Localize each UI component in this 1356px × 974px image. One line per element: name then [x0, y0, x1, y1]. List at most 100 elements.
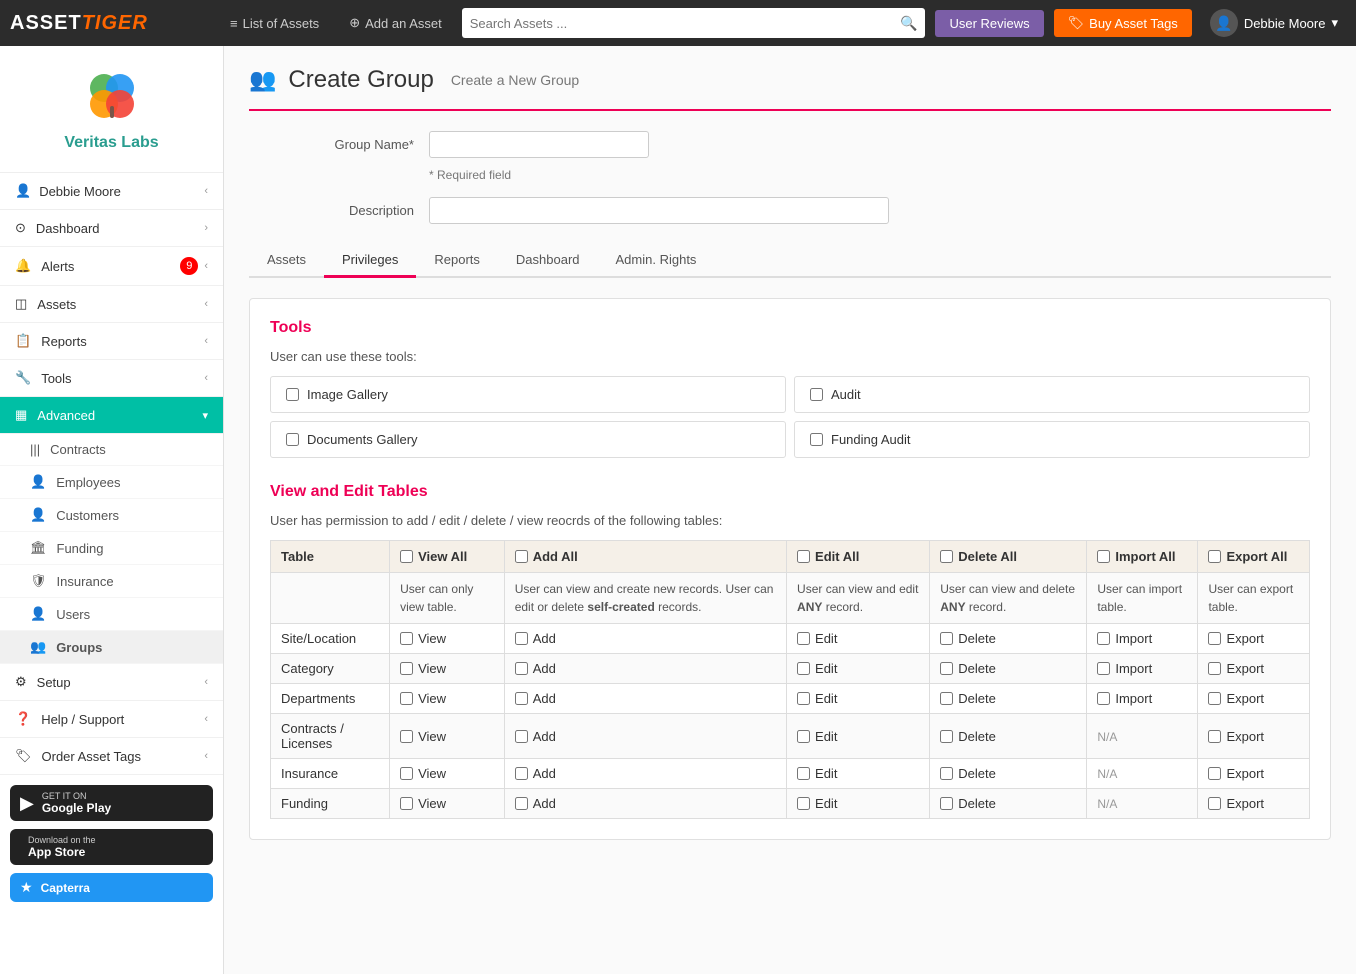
sidebar-item-users[interactable]: 👤 Users [0, 598, 223, 631]
row-delete[interactable]: Delete [930, 789, 1087, 819]
view-checkbox[interactable] [400, 632, 413, 645]
add-all-checkbox[interactable] [515, 550, 528, 563]
view-checkbox[interactable] [400, 730, 413, 743]
delete-checkbox[interactable] [940, 632, 953, 645]
import-checkbox[interactable] [1097, 632, 1110, 645]
search-bar[interactable]: 🔍 [462, 8, 926, 38]
tab-admin-rights[interactable]: Admin. Rights [598, 244, 715, 278]
sidebar-item-order-tags[interactable]: 🏷 Order Asset Tags ‹ [0, 738, 223, 775]
tab-reports[interactable]: Reports [416, 244, 498, 278]
row-export[interactable]: Export [1198, 624, 1310, 654]
row-add[interactable]: Add [504, 654, 786, 684]
import-checkbox[interactable] [1097, 692, 1110, 705]
export-all-checkbox[interactable] [1208, 550, 1221, 563]
sidebar-item-alerts[interactable]: 🔔 Alerts 9 ‹ [0, 247, 223, 286]
add-checkbox[interactable] [515, 632, 528, 645]
edit-checkbox[interactable] [797, 730, 810, 743]
sidebar-item-funding[interactable]: 🏛 Funding [0, 532, 223, 565]
row-delete[interactable]: Delete [930, 654, 1087, 684]
audit-label[interactable]: Audit [831, 387, 861, 402]
row-add[interactable]: Add [504, 759, 786, 789]
row-view[interactable]: View [390, 684, 505, 714]
tab-assets[interactable]: Assets [249, 244, 324, 278]
row-edit[interactable]: Edit [787, 684, 930, 714]
export-checkbox[interactable] [1208, 730, 1221, 743]
row-edit[interactable]: Edit [787, 624, 930, 654]
view-all-checkbox[interactable] [400, 550, 413, 563]
sidebar-item-assets[interactable]: ◫ Assets ‹ [0, 286, 223, 323]
audit-checkbox[interactable] [810, 388, 823, 401]
group-name-input[interactable] [429, 131, 649, 158]
row-export[interactable]: Export [1198, 654, 1310, 684]
row-edit[interactable]: Edit [787, 714, 930, 759]
view-checkbox[interactable] [400, 662, 413, 675]
row-delete[interactable]: Delete [930, 759, 1087, 789]
add-checkbox[interactable] [515, 730, 528, 743]
edit-checkbox[interactable] [797, 797, 810, 810]
import-all-checkbox[interactable] [1097, 550, 1110, 563]
view-checkbox[interactable] [400, 797, 413, 810]
row-export[interactable]: Export [1198, 684, 1310, 714]
capterra-button[interactable]: ★ Capterra [10, 873, 213, 902]
delete-checkbox[interactable] [940, 730, 953, 743]
tool-image-gallery[interactable]: Image Gallery [270, 376, 786, 413]
list-assets-link[interactable]: ≡ List of Assets [220, 0, 329, 46]
export-checkbox[interactable] [1208, 767, 1221, 780]
row-view[interactable]: View [390, 789, 505, 819]
delete-all-checkbox[interactable] [940, 550, 953, 563]
row-import[interactable]: Import [1087, 654, 1198, 684]
sidebar-item-setup[interactable]: ⚙ Setup ‹ [0, 664, 223, 701]
row-export[interactable]: Export [1198, 789, 1310, 819]
edit-checkbox[interactable] [797, 767, 810, 780]
row-delete[interactable]: Delete [930, 714, 1087, 759]
view-checkbox[interactable] [400, 692, 413, 705]
row-add[interactable]: Add [504, 624, 786, 654]
import-checkbox[interactable] [1097, 662, 1110, 675]
edit-checkbox[interactable] [797, 692, 810, 705]
user-menu[interactable]: 👤 Debbie Moore ▾ [1202, 9, 1346, 37]
delete-checkbox[interactable] [940, 692, 953, 705]
row-view[interactable]: View [390, 654, 505, 684]
add-checkbox[interactable] [515, 767, 528, 780]
description-input[interactable] [429, 197, 889, 224]
sidebar-item-help[interactable]: ❓ Help / Support ‹ [0, 701, 223, 738]
row-view[interactable]: View [390, 624, 505, 654]
row-view[interactable]: View [390, 759, 505, 789]
tool-audit[interactable]: Audit [794, 376, 1310, 413]
row-delete[interactable]: Delete [930, 624, 1087, 654]
tool-documents-gallery[interactable]: Documents Gallery [270, 421, 786, 458]
row-edit[interactable]: Edit [787, 759, 930, 789]
row-import[interactable]: Import [1087, 684, 1198, 714]
documents-gallery-checkbox[interactable] [286, 433, 299, 446]
row-add[interactable]: Add [504, 714, 786, 759]
sidebar-item-dashboard[interactable]: ⊙ Dashboard › [0, 210, 223, 247]
image-gallery-label[interactable]: Image Gallery [307, 387, 388, 402]
row-export[interactable]: Export [1198, 714, 1310, 759]
funding-audit-checkbox[interactable] [810, 433, 823, 446]
row-export[interactable]: Export [1198, 759, 1310, 789]
row-add[interactable]: Add [504, 789, 786, 819]
row-add[interactable]: Add [504, 684, 786, 714]
export-checkbox[interactable] [1208, 692, 1221, 705]
row-edit[interactable]: Edit [787, 654, 930, 684]
add-checkbox[interactable] [515, 797, 528, 810]
edit-checkbox[interactable] [797, 632, 810, 645]
sidebar-item-tools[interactable]: 🔧 Tools ‹ [0, 360, 223, 397]
buy-asset-tags-button[interactable]: 🏷 Buy Asset Tags [1054, 9, 1192, 37]
tab-privileges[interactable]: Privileges [324, 244, 416, 278]
sidebar-item-advanced[interactable]: ▦ Advanced ▾ [0, 397, 223, 434]
tool-funding-audit[interactable]: Funding Audit [794, 421, 1310, 458]
tab-dashboard[interactable]: Dashboard [498, 244, 598, 278]
edit-checkbox[interactable] [797, 662, 810, 675]
export-checkbox[interactable] [1208, 632, 1221, 645]
add-checkbox[interactable] [515, 692, 528, 705]
delete-checkbox[interactable] [940, 767, 953, 780]
sidebar-item-reports[interactable]: 📋 Reports ‹ [0, 323, 223, 360]
view-checkbox[interactable] [400, 767, 413, 780]
sidebar-item-employees[interactable]: 👤 Employees [0, 466, 223, 499]
row-edit[interactable]: Edit [787, 789, 930, 819]
delete-checkbox[interactable] [940, 662, 953, 675]
documents-gallery-label[interactable]: Documents Gallery [307, 432, 418, 447]
add-asset-link[interactable]: ⊕ Add an Asset [339, 0, 452, 46]
add-checkbox[interactable] [515, 662, 528, 675]
